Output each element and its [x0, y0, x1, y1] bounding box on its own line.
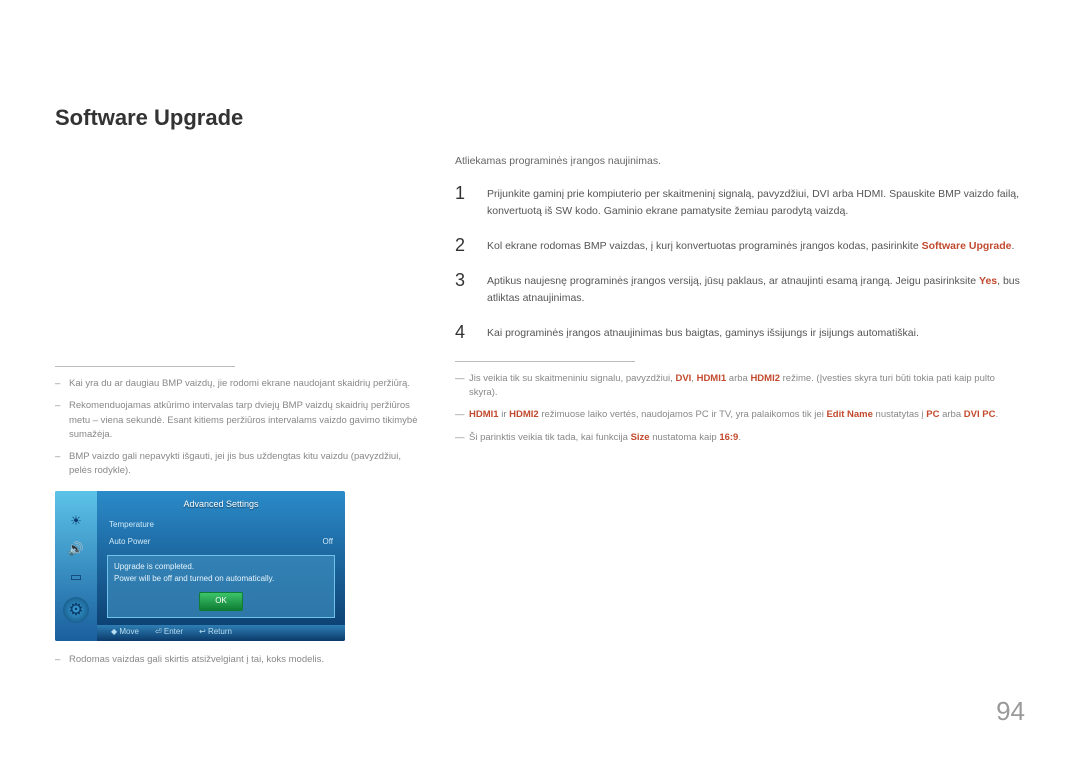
- step-text: Aptikus naujesnę programinės įrangos ver…: [487, 271, 1025, 307]
- step-row: 3 Aptikus naujesnę programinės įrangos v…: [455, 271, 1025, 307]
- divider: [455, 361, 635, 362]
- note-text: Jis veikia tik su skaitmeniniu signalu, …: [469, 372, 1025, 401]
- note-item: ― HDMI1 ir HDMI2 režimuose laiko vertės,…: [455, 408, 1025, 422]
- left-column: –Kai yra du ar daugiau BMP vaizdų, jie r…: [55, 153, 425, 675]
- step-number: 3: [455, 271, 469, 307]
- step-text: Prijunkite gaminį prie kompiuterio per s…: [487, 184, 1025, 220]
- osd-footer: ◆ Move ⏎ Enter ↩ Return: [97, 625, 345, 641]
- note-item: ― Jis veikia tik su skaitmeniniu signalu…: [455, 372, 1025, 401]
- page-title: Software Upgrade: [55, 100, 1025, 135]
- note-text: BMP vaizdo gali nepavykti išgauti, jei j…: [69, 450, 425, 479]
- note-text: HDMI1 ir HDMI2 režimuose laiko vertės, n…: [469, 408, 998, 422]
- note-item: –Rodomas vaizdas gali skirtis atsižvelgi…: [55, 653, 425, 667]
- note-item: –BMP vaizdo gali nepavykti išgauti, jei …: [55, 450, 425, 479]
- osd-title: Advanced Settings: [97, 491, 345, 515]
- step-text: Kol ekrane rodomas BMP vaizdas, į kurį k…: [487, 236, 1025, 256]
- osd-dialog-line: Upgrade is completed.: [114, 561, 328, 574]
- volume-icon: 🔊: [67, 541, 85, 559]
- note-item: ― Ši parinktis veikia tik tada, kai funk…: [455, 431, 1025, 445]
- step-row: 4 Kai programinės įrangos atnaujinimas b…: [455, 323, 1025, 343]
- note-item: –Rekomenduojamas atkūrimo intervalas tar…: [55, 399, 425, 442]
- note-text: Kai yra du ar daugiau BMP vaizdų, jie ro…: [69, 377, 410, 391]
- tv-icon: ▭: [67, 569, 85, 587]
- step-row: 2 Kol ekrane rodomas BMP vaizdas, į kurį…: [455, 236, 1025, 256]
- step-row: 1 Prijunkite gaminį prie kompiuterio per…: [455, 184, 1025, 220]
- osd-screenshot: ☀ 🔊 ▭ ⚙ Advanced Settings Temperature Au…: [55, 491, 345, 641]
- step-number: 2: [455, 236, 469, 256]
- divider: [55, 366, 235, 367]
- note-text: Ši parinktis veikia tik tada, kai funkci…: [469, 431, 741, 445]
- note-item: –Kai yra du ar daugiau BMP vaizdų, jie r…: [55, 377, 425, 391]
- highlight-text: Software Upgrade: [922, 240, 1012, 252]
- page-number: 94: [996, 691, 1025, 733]
- highlight-text: Yes: [979, 275, 997, 287]
- step-number: 4: [455, 323, 469, 343]
- step-number: 1: [455, 184, 469, 220]
- brightness-icon: ☀: [67, 513, 85, 531]
- note-text: Rodomas vaizdas gali skirtis atsižvelgia…: [69, 653, 324, 667]
- step-text: Kai programinės įrangos atnaujinimas bus…: [487, 323, 1025, 343]
- osd-row: Temperature: [109, 517, 333, 534]
- osd-dialog-line: Power will be off and turned on automati…: [114, 573, 328, 586]
- intro-line: Atliekamas programinės įrangos naujinima…: [455, 153, 1025, 170]
- note-text: Rekomenduojamas atkūrimo intervalas tarp…: [69, 399, 425, 442]
- gear-icon: ⚙: [63, 597, 89, 623]
- osd-row: Auto PowerOff: [109, 534, 333, 551]
- right-column: Atliekamas programinės įrangos naujinima…: [455, 153, 1025, 675]
- ok-button[interactable]: OK: [199, 592, 243, 611]
- osd-dialog: Upgrade is completed. Power will be off …: [107, 555, 335, 618]
